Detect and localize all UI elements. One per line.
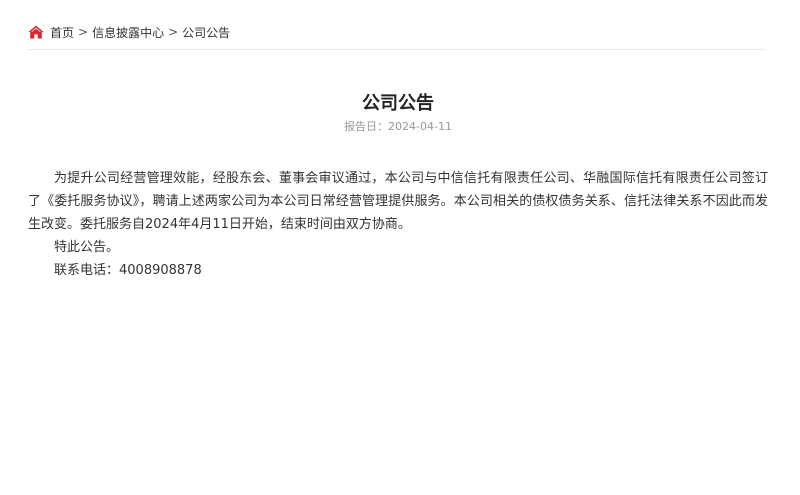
breadcrumb-current-link[interactable]: 公司公告 — [182, 24, 230, 41]
breadcrumb-separator: > — [78, 25, 89, 39]
breadcrumb-separator: > — [168, 25, 179, 39]
header-divider — [28, 49, 765, 50]
report-date-label: 报告日： — [344, 120, 389, 133]
page: 首页 > 信息披露中心 > 公司公告 公司公告 报告日：2024-04-11 为… — [0, 0, 800, 495]
announcement-body: 为提升公司经营管理效能，经股东会、董事会审议通过，本公司与中信信托有限责任公司、… — [28, 167, 768, 282]
announcement-paragraph: 为提升公司经营管理效能，经股东会、董事会审议通过，本公司与中信信托有限责任公司、… — [28, 171, 768, 232]
breadcrumb-section-link[interactable]: 信息披露中心 — [92, 24, 164, 41]
breadcrumb: 首页 > 信息披露中心 > 公司公告 — [28, 22, 230, 42]
contact-phone: 联系电话：4008908878 — [54, 263, 202, 278]
announcement-closing: 特此公告。 — [54, 240, 120, 255]
home-icon[interactable] — [28, 25, 44, 39]
report-date: 报告日：2024-04-11 — [0, 118, 796, 134]
report-date-value: 2024-04-11 — [388, 120, 452, 133]
breadcrumb-home-link[interactable]: 首页 — [50, 24, 74, 41]
page-title: 公司公告 — [362, 93, 434, 115]
